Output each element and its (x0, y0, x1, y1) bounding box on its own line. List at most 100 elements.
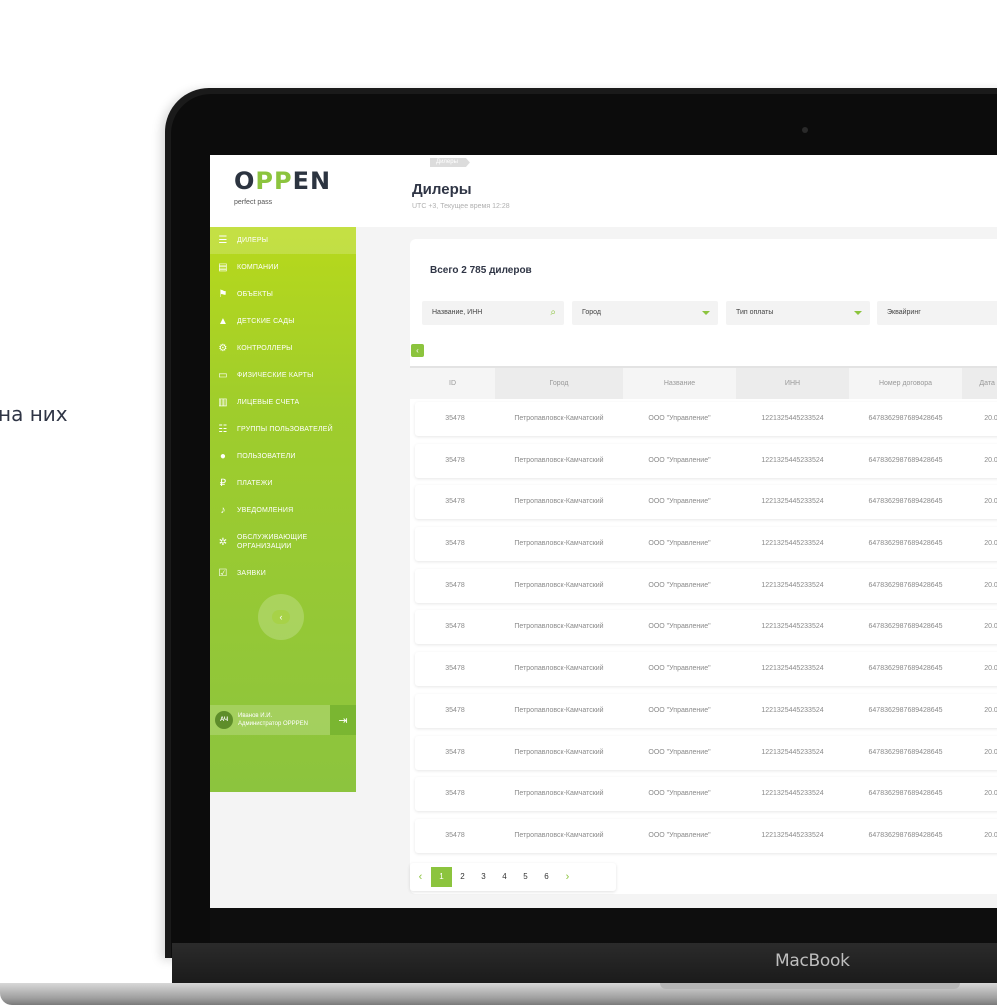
logo[interactable]: OPPEN perfect pass (210, 155, 356, 227)
sidebar-item-11[interactable]: ✲ ОБСЛУЖИВАЮЩИЕ ОРГАНИЗАЦИИ (210, 524, 356, 560)
table-cell: 20.0 (984, 831, 997, 839)
logout-icon: ⇥ (338, 714, 348, 727)
table-row[interactable]: 35478 Петропавловск-Камчатский ООО "Управл… (415, 693, 997, 728)
sidebar-item-8[interactable]: ● ПОЛЬЗОВАТЕЛИ (210, 443, 356, 470)
barcode-icon: ▥ (218, 397, 228, 408)
table-cell: 20.0 (984, 456, 997, 464)
sidebar-item-12[interactable]: ☑ ЗАЯВКИ (210, 560, 356, 587)
gear-icon: ✲ (218, 536, 228, 548)
bell-icon: ♪ (220, 505, 226, 516)
table-cell: 35478 (445, 415, 465, 422)
sidebar-item-label: КОНТРОЛЛЕРЫ (237, 345, 293, 352)
prev-page-button[interactable]: ‹ (410, 867, 431, 887)
table-cell: ООО "Управление" (648, 623, 711, 631)
table-cell: 35478 (445, 623, 465, 631)
breadcrumb[interactable]: Дилеры (430, 158, 470, 167)
acquiring-select[interactable]: Эквайринг (877, 301, 997, 325)
laptop-notch (660, 983, 960, 989)
city-select[interactable]: Город (572, 301, 718, 325)
table-cell: 1221325445233524 (761, 540, 824, 548)
sidebar-item-10[interactable]: ♪ УВЕДОМЛЕНИЯ (210, 497, 356, 524)
table-cell: ООО "Управление" (648, 456, 711, 464)
chevron-down-icon (854, 311, 862, 315)
table-row[interactable]: 35478 Петропавловск-Камчатский ООО "Управл… (415, 735, 997, 770)
table-cell: Петропавловск-Камчатский (514, 665, 604, 673)
sidebar-item-6[interactable]: ▥ ЛИЦЕВЫЕ СЧЕТА (210, 389, 356, 416)
sidebar-item-5[interactable]: ▭ ФИЗИЧЕСКИЕ КАРТЫ (210, 362, 356, 389)
sidebar-item-0[interactable]: ☰ ДИЛЕРЫ (210, 227, 356, 254)
search-placeholder: Название, ИНН (432, 309, 483, 316)
table-cell: ООО "Управление" (648, 831, 711, 839)
table-row[interactable]: 35478 Петропавловск-Камчатский ООО "Управл… (415, 777, 997, 812)
table-cell: 35478 (445, 790, 465, 798)
page-button-6[interactable]: 6 (536, 867, 557, 887)
table-cell: 6478362987689428645 (868, 498, 943, 506)
table-cell: ООО "Управление" (648, 706, 711, 714)
table-cell: ООО "Управление" (648, 581, 711, 589)
table-cell: Петропавловск-Камчатский (514, 415, 604, 422)
page-title: Дилеры (412, 181, 472, 198)
table-cell: 6478362987689428645 (868, 623, 943, 631)
column-header-inn[interactable]: ИНН (736, 368, 849, 399)
avatar[interactable]: АЧ (215, 711, 233, 729)
playground-icon: ▲ (217, 316, 229, 327)
table-cell: Петропавловск-Камчатский (514, 831, 604, 839)
camera-icon (802, 127, 808, 133)
sidebar-item-2[interactable]: ⚑ ОБЪЕКТЫ (210, 281, 356, 308)
page-button-5[interactable]: 5 (515, 867, 536, 887)
sidebar-item-4[interactable]: ⚙ КОНТРОЛЛЕРЫ (210, 335, 356, 362)
table-cell: 1221325445233524 (761, 415, 824, 422)
scroll-left-button[interactable]: ‹ (411, 344, 424, 357)
search-input[interactable]: Название, ИНН ⌕ (422, 301, 564, 325)
column-header-city[interactable]: Город (495, 368, 623, 399)
table-row[interactable]: 35478 Петропавловск-Камчатский ООО "Управл… (415, 402, 997, 436)
device-brand-label: MacBook (775, 951, 850, 971)
table-row[interactable]: 35478 Петропавловск-Камчатский ООО "Управл… (415, 652, 997, 687)
table-cell: 20.0 (984, 540, 997, 548)
table-cell: 1221325445233524 (761, 498, 824, 506)
table-row[interactable]: 35478 Петропавловск-Камчатский ООО "Управл… (415, 443, 997, 478)
table-cell: Петропавловск-Камчатский (514, 581, 604, 589)
sidebar-item-label: ДЕТСКИЕ САДЫ (237, 318, 295, 325)
sidebar-item-3[interactable]: ▲ ДЕТСКИЕ САДЫ (210, 308, 356, 335)
table-row[interactable]: 35478 Петропавловск-Камчатский ООО "Управл… (415, 568, 997, 603)
page-button-3[interactable]: 3 (473, 867, 494, 887)
table-row[interactable]: 35478 Петропавловск-Камчатский ООО "Управл… (415, 485, 997, 520)
table-cell: ООО "Управление" (648, 665, 711, 673)
collapse-sidebar-button[interactable]: ‹ (258, 594, 304, 640)
table-cell: 35478 (445, 581, 465, 589)
page-button-4[interactable]: 4 (494, 867, 515, 887)
table-cell: 20.0 (984, 790, 997, 798)
table-row[interactable]: 35478 Петропавловск-Камчатский ООО "Управл… (415, 527, 997, 562)
table-cell: 6478362987689428645 (868, 415, 943, 422)
column-header-date[interactable]: Дата ... (962, 368, 997, 399)
sidebar-item-9[interactable]: ₽ ПЛАТЕЖИ (210, 470, 356, 497)
column-header-name[interactable]: Название (623, 368, 736, 399)
table-cell: 20.0 (984, 498, 997, 506)
table-cell: ООО "Управление" (648, 748, 711, 756)
sidebar-item-label: ОБЪЕКТЫ (237, 291, 273, 298)
sidebar-item-1[interactable]: ▤ КОМПАНИИ (210, 254, 356, 281)
table-cell: Петропавловск-Камчатский (514, 623, 604, 631)
side-caption: на них (0, 402, 68, 426)
page-subtitle: UTC +3, Текущее время 12:28 (412, 203, 510, 210)
page-button-2[interactable]: 2 (452, 867, 473, 887)
column-header-id[interactable]: ID (410, 368, 495, 399)
table-cell: 6478362987689428645 (868, 581, 943, 589)
user-name: Иванов И.И. (238, 713, 273, 719)
table-cell: Петропавловск-Камчатский (514, 498, 604, 506)
sidebar-menu: ☰ ДИЛЕРЫ ▤ КОМПАНИИ ⚑ ОБЪЕКТЫ ▲ ДЕТСКИЕ САДЫ ⚙ КО… (210, 227, 356, 587)
column-header-contract[interactable]: Номер договора (849, 368, 962, 399)
table-row[interactable]: 35478 Петропавловск-Камчатский ООО "Управл… (415, 610, 997, 645)
logout-button[interactable]: ⇥ (330, 705, 356, 735)
logo-tagline: perfect pass (234, 199, 273, 206)
table-cell: Петропавловск-Камчатский (514, 456, 604, 464)
payment-type-select[interactable]: Тип оплаты (726, 301, 870, 325)
table-cell: 6478362987689428645 (868, 706, 943, 714)
page-button-1[interactable]: 1 (431, 867, 452, 887)
next-page-button[interactable]: › (557, 867, 578, 887)
sidebar-item-7[interactable]: ☷ ГРУППЫ ПОЛЬЗОВАТЕЛЕЙ (210, 416, 356, 443)
table-cell: 6478362987689428645 (868, 665, 943, 673)
table-row[interactable]: 35478 Петропавловск-Камчатский ООО "Управл… (415, 818, 997, 853)
flag-icon: ⚑ (218, 289, 228, 300)
